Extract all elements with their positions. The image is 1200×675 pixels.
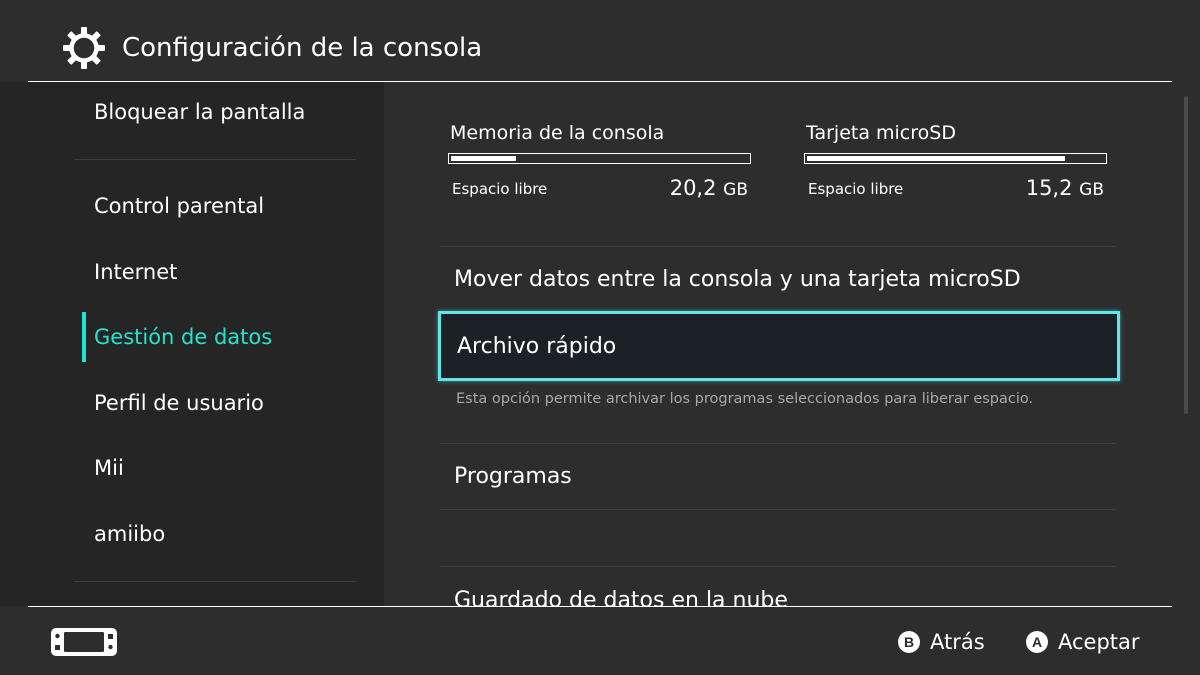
menu-item-description: Esta opción permite archivar los program…	[456, 391, 1034, 407]
menu-item-archivo-rapido[interactable]: Archivo rápido	[438, 311, 1120, 381]
active-indicator	[82, 312, 86, 362]
sidebar-item-amiibo[interactable]: amiibo	[94, 519, 165, 549]
console-icon	[51, 628, 117, 656]
sidebar-item-internet[interactable]: Internet	[94, 257, 177, 287]
console-storage-title: Memoria de la consola	[450, 122, 665, 144]
microsd-free-unit: GB	[1079, 180, 1104, 200]
microsd-storage-bar	[804, 153, 1107, 164]
menu-item-label: Archivo rápido	[457, 334, 617, 359]
menu-item-mover-datos[interactable]: Mover datos entre la consola y una tarje…	[454, 264, 1021, 296]
microsd-free-label: Espacio libre	[808, 180, 904, 198]
row-divider	[440, 246, 1116, 247]
row-divider	[440, 443, 1116, 444]
microsd-storage-title: Tarjeta microSD	[806, 122, 956, 144]
sidebar-item-mii[interactable]: Mii	[94, 453, 124, 483]
row-divider	[440, 566, 1116, 567]
console-storage-bar	[448, 153, 751, 164]
scrollbar[interactable]	[1184, 96, 1188, 414]
sidebar-item-control-parental[interactable]: Control parental	[94, 191, 264, 221]
sidebar-item-gestion-datos[interactable]: Gestión de datos	[94, 322, 272, 352]
b-button-icon: B	[898, 631, 920, 653]
accept-label: Aceptar	[1058, 630, 1140, 654]
page-title: Configuración de la consola	[122, 33, 483, 63]
header: Configuración de la consola	[0, 0, 1200, 82]
footer-divider	[28, 606, 1172, 607]
console-free-number: 20,2	[669, 176, 717, 200]
console-free-value: 20,2 GB	[628, 174, 748, 204]
sidebar-item-bloquear-pantalla[interactable]: Bloquear la pantalla	[94, 97, 305, 127]
console-free-label: Espacio libre	[452, 180, 548, 198]
gear-icon	[63, 27, 105, 69]
sidebar: Bloquear la pantalla Control parental In…	[0, 82, 384, 606]
row-divider	[440, 509, 1116, 510]
back-button[interactable]: B Atrás	[898, 628, 985, 656]
menu-item-guardado-nube[interactable]: Guardado de datos en la nube	[454, 585, 788, 606]
back-label: Atrás	[930, 630, 985, 654]
sidebar-divider	[74, 581, 356, 582]
menu-item-programas[interactable]: Programas	[454, 461, 572, 493]
sidebar-divider	[74, 159, 356, 160]
a-button-icon: A	[1026, 631, 1048, 653]
accept-button[interactable]: A Aceptar	[1026, 628, 1140, 656]
microsd-free-value: 15,2 GB	[984, 174, 1104, 204]
main-panel: Memoria de la consola Espacio libre 20,2…	[384, 82, 1174, 606]
console-free-unit: GB	[723, 180, 748, 200]
console-storage-fill	[451, 156, 517, 161]
microsd-free-number: 15,2	[1025, 176, 1073, 200]
sidebar-item-perfil-usuario[interactable]: Perfil de usuario	[94, 388, 264, 418]
microsd-storage-fill	[807, 156, 1066, 161]
